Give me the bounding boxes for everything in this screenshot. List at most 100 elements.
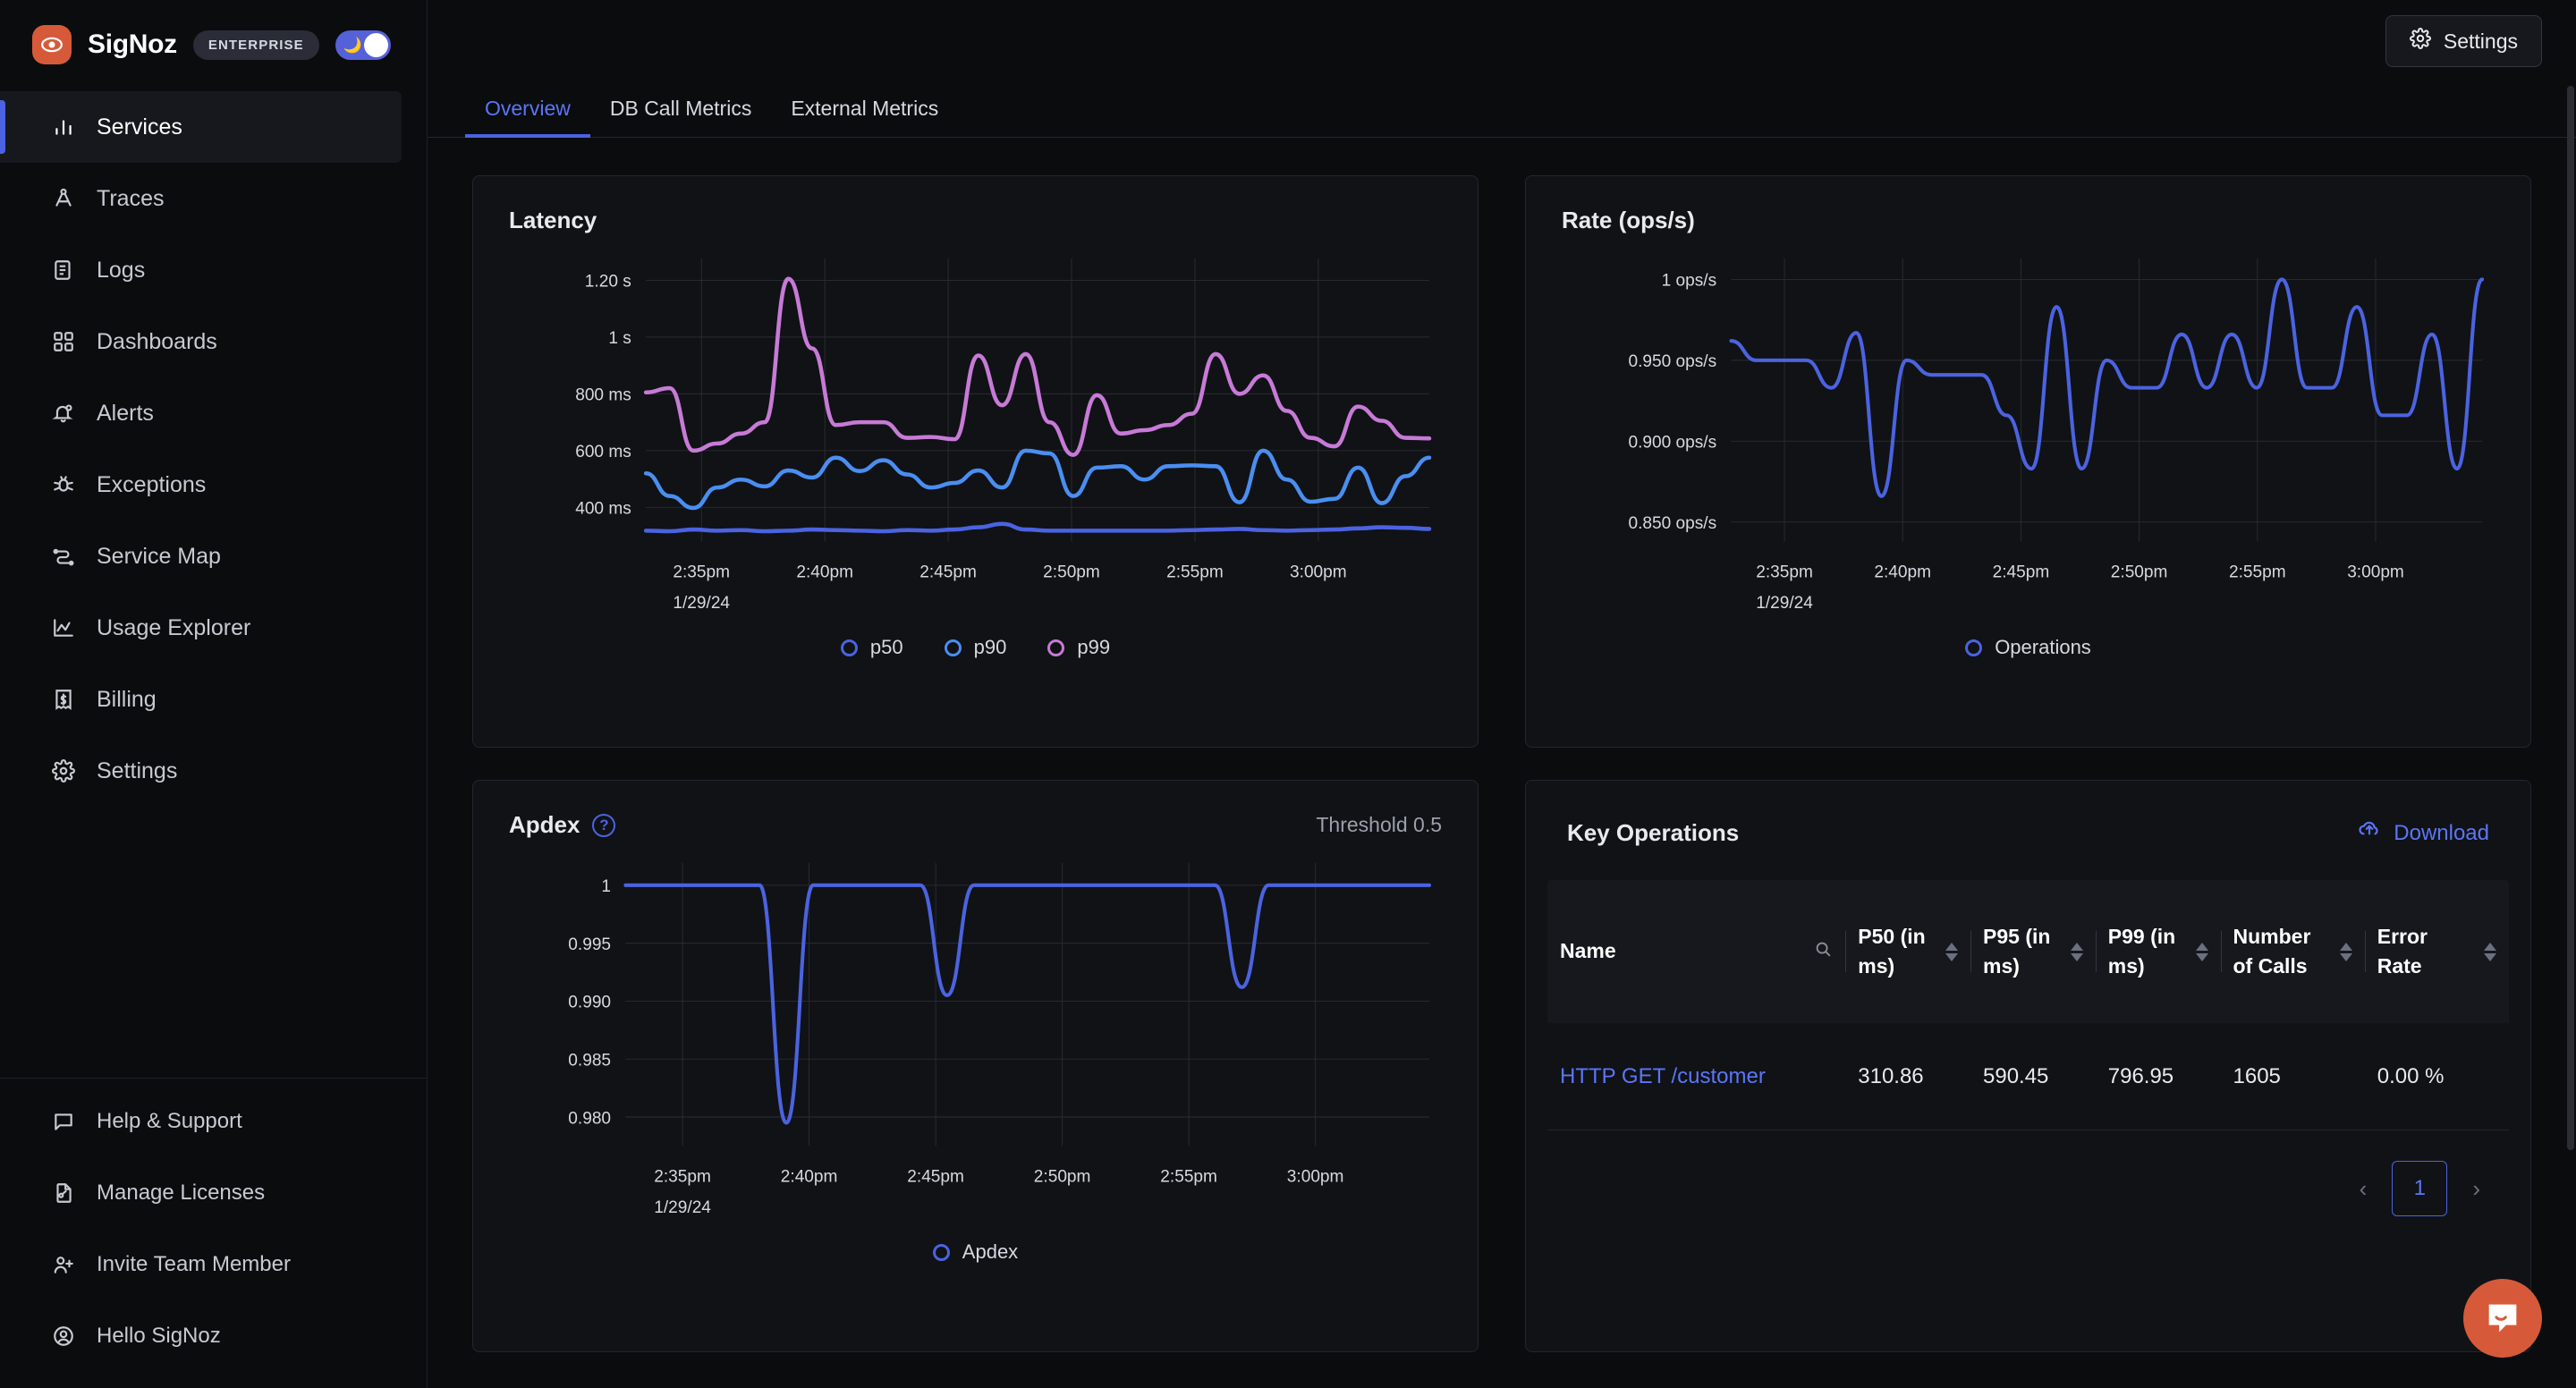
sort-arrows-icon[interactable]	[2339, 942, 2352, 961]
sidebar-item-label: Dashboards	[97, 328, 217, 354]
svg-text:2:45pm: 2:45pm	[907, 1167, 964, 1186]
column-header-p95[interactable]: P95 (in ms)	[1970, 906, 2096, 998]
cell-error-rate: 0.00 %	[2377, 1063, 2445, 1088]
svg-text:0.950 ops/s: 0.950 ops/s	[1629, 352, 1717, 371]
sidebar-item-exceptions[interactable]: Exceptions	[0, 449, 427, 520]
service-map-icon	[50, 543, 77, 570]
svg-text:1/29/24: 1/29/24	[1756, 594, 1813, 613]
legend-item-p50[interactable]: p50	[840, 636, 903, 659]
legend-item-apdex[interactable]: Apdex	[932, 1240, 1018, 1264]
area-chart-icon	[50, 614, 77, 641]
search-icon[interactable]	[1813, 939, 1833, 964]
receipt-dollar-icon	[50, 686, 77, 713]
apdex-chart[interactable]: 0.980 0.985 0.990 0.995 1 2:35pm 2:40pm 2:45pm 2…	[473, 839, 1478, 1235]
svg-text:2:35pm: 2:35pm	[673, 563, 730, 581]
sidebar-item-user-profile[interactable]: Hello SigNoz	[0, 1300, 427, 1372]
svg-text:0.985: 0.985	[568, 1051, 611, 1070]
legend-item-p99[interactable]: p99	[1047, 636, 1110, 659]
sidebar-item-dashboards[interactable]: Dashboards	[0, 306, 427, 377]
theme-toggle[interactable]: 🌙	[335, 30, 391, 60]
tab-label: Overview	[485, 97, 571, 120]
svg-text:0.995: 0.995	[568, 935, 611, 954]
dashboard-grid: Latency 400 ms 600 ms 800 ms 1 s 1.20 s 2:35p…	[428, 138, 2576, 1352]
rate-panel-header: Rate (ops/s)	[1526, 176, 2530, 234]
sidebar-item-label: Usage Explorer	[97, 614, 251, 640]
sidebar-item-manage-licenses[interactable]: Manage Licenses	[0, 1157, 427, 1229]
sidebar-item-label: Manage Licenses	[97, 1181, 266, 1205]
tab-external-metrics[interactable]: External Metrics	[771, 97, 958, 137]
sort-arrows-icon[interactable]	[2195, 942, 2208, 961]
settings-button-label: Settings	[2443, 29, 2518, 53]
bar-chart-icon	[50, 114, 77, 140]
rate-chart[interactable]: 0.850 ops/s 0.900 ops/s 0.950 ops/s 1 ops/s…	[1526, 234, 2530, 631]
apdex-chart-svg: 0.980 0.985 0.990 0.995 1 2:35pm 2:40pm 2:45pm 2…	[568, 862, 1432, 1217]
sort-arrows-icon[interactable]	[1945, 942, 1958, 961]
brand-header: SigNoz ENTERPRISE 🌙	[0, 0, 427, 84]
sidebar-item-alerts[interactable]: Alerts	[0, 377, 427, 449]
svg-text:2:55pm: 2:55pm	[2229, 563, 2286, 581]
sidebar-item-label: Help & Support	[97, 1109, 242, 1133]
svg-text:0.850 ops/s: 0.850 ops/s	[1629, 514, 1717, 533]
page-scrollbar[interactable]	[2567, 86, 2574, 1365]
sidebar-item-help-support[interactable]: Help & Support	[0, 1086, 427, 1157]
rate-legend: Operations	[1526, 636, 2530, 659]
sidebar-item-label: Exceptions	[97, 471, 207, 497]
question-circle-icon[interactable]: ?	[592, 813, 616, 837]
chevron-right-icon[interactable]: ›	[2463, 1172, 2489, 1206]
gear-icon	[2409, 28, 2431, 55]
legend-dot-icon	[1965, 639, 1983, 656]
sidebar-item-label: Traces	[97, 185, 165, 211]
panel-title: Latency	[509, 207, 597, 233]
grid-squares-icon	[50, 328, 77, 355]
svg-text:2:40pm: 2:40pm	[1874, 563, 1931, 581]
sidebar-item-logs[interactable]: Logs	[0, 234, 427, 306]
sidebar-item-services[interactable]: Services	[0, 91, 402, 163]
apdex-threshold-label: Threshold 0.5	[1316, 813, 1442, 836]
table-row[interactable]: HTTP GET /customer 310.86 590.45 796.95 …	[1547, 1023, 2509, 1130]
cell-p95: 590.45	[1983, 1063, 2049, 1088]
column-header-p99[interactable]: P99 (in ms)	[2095, 906, 2221, 998]
panel-title: Rate (ops/s)	[1562, 207, 1695, 233]
sort-arrows-icon[interactable]	[2070, 942, 2083, 961]
download-button[interactable]: Download	[2358, 818, 2489, 848]
sidebar-item-billing[interactable]: Billing	[0, 664, 427, 735]
sidebar-item-settings[interactable]: Settings	[0, 735, 427, 807]
sidebar-item-label: Service Map	[97, 543, 221, 569]
sidebar-item-label: Billing	[97, 686, 157, 712]
sort-arrows-icon[interactable]	[2484, 942, 2496, 961]
brand-name: SigNoz	[88, 30, 177, 59]
settings-button[interactable]: Settings	[2385, 15, 2542, 67]
sidebar-item-invite-team-member[interactable]: Invite Team Member	[0, 1229, 427, 1300]
sidebar-divider	[0, 1078, 427, 1079]
gear-icon	[50, 757, 77, 784]
sidebar-item-traces[interactable]: Traces	[0, 163, 427, 234]
cell-p50: 310.86	[1858, 1063, 1924, 1088]
scrollbar-thumb[interactable]	[2567, 86, 2574, 1150]
sidebar-item-usage-explorer[interactable]: Usage Explorer	[0, 592, 427, 664]
legend-item-operations[interactable]: Operations	[1965, 636, 2091, 659]
tab-db-call-metrics[interactable]: DB Call Metrics	[590, 97, 771, 137]
apdex-panel-header: Apdex ? Threshold 0.5	[473, 781, 1478, 839]
tab-overview[interactable]: Overview	[465, 97, 590, 138]
svg-text:0.980: 0.980	[568, 1109, 611, 1128]
svg-text:2:45pm: 2:45pm	[1993, 563, 2050, 581]
svg-text:2:45pm: 2:45pm	[919, 563, 977, 581]
svg-text:3:00pm: 3:00pm	[2347, 563, 2404, 581]
legend-item-p90[interactable]: p90	[944, 636, 1006, 659]
chat-bubble-icon[interactable]	[2463, 1279, 2542, 1358]
panel-title: Key Operations	[1567, 819, 1740, 846]
column-header-number-of-calls[interactable]: Number of Calls	[2220, 906, 2365, 998]
column-header-p50[interactable]: P50 (in ms)	[1845, 906, 1970, 998]
chevron-left-icon[interactable]: ‹	[2351, 1172, 2377, 1206]
latency-chart[interactable]: 400 ms 600 ms 800 ms 1 s 1.20 s 2:35pm 2:40pm 2…	[473, 234, 1478, 631]
cell-name[interactable]: HTTP GET /customer	[1547, 1043, 1845, 1111]
panel-title: Apdex	[509, 811, 580, 838]
column-header-error-rate[interactable]: Error Rate	[2364, 906, 2509, 998]
cell-number-of-calls: 1605	[2233, 1063, 2281, 1088]
top-bar: Settings	[428, 0, 2576, 82]
column-header-name[interactable]: Name	[1547, 920, 1845, 982]
column-label: P50 (in ms)	[1858, 924, 1926, 978]
page-number-1[interactable]: 1	[2392, 1161, 2448, 1216]
sidebar-item-service-map[interactable]: Service Map	[0, 520, 427, 592]
bell-icon	[50, 400, 77, 427]
